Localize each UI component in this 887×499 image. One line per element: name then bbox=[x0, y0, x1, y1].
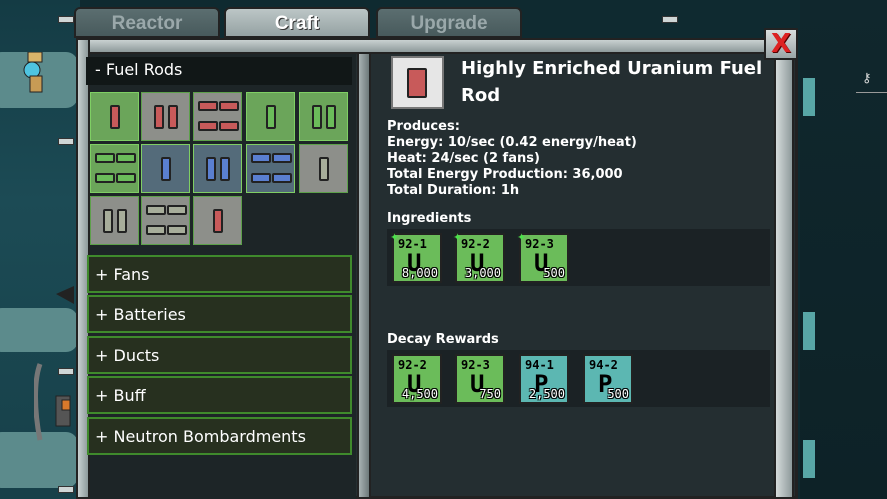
reward-plutonium-tile[interactable]: 94-1 P 2,500 bbox=[519, 354, 569, 404]
fuel-rod-icon bbox=[110, 105, 120, 129]
decay-rewards-title: Decay Rewards bbox=[387, 332, 499, 347]
category-buff[interactable]: + Buff bbox=[87, 376, 352, 414]
energy-stat: Energy: 10/sec (0.42 energy/heat) bbox=[387, 135, 637, 150]
produces-label: Produces: bbox=[387, 119, 460, 134]
item-icon bbox=[391, 56, 444, 109]
category-label: - Fuel Rods bbox=[95, 60, 183, 79]
fuel-rod-icon bbox=[251, 153, 271, 163]
category-label: + Neutron Bombardments bbox=[95, 427, 306, 446]
background-dash bbox=[58, 138, 74, 145]
element-amount: 500 bbox=[607, 387, 629, 401]
total-duration-stat: Total Duration: 1h bbox=[387, 183, 520, 198]
total-energy-stat: Total Energy Production: 36,000 bbox=[387, 167, 623, 182]
ingredient-uranium-tile[interactable]: ✦ 92-3 U 500 bbox=[517, 231, 569, 283]
fuel-rod-icon bbox=[219, 121, 239, 131]
fuel-rod-icon bbox=[116, 173, 136, 183]
ingredient-uranium-tile[interactable]: ✦ 92-1 U 8,000 bbox=[390, 231, 442, 283]
category-neutron-bombardments[interactable]: + Neutron Bombardments bbox=[87, 417, 352, 455]
element-amount: 8,000 bbox=[401, 266, 438, 280]
frame-rail-top bbox=[76, 38, 788, 54]
ingredients-row bbox=[387, 229, 770, 286]
fuel-rod-icon bbox=[103, 209, 113, 233]
fuel-rod-icon bbox=[167, 205, 187, 215]
fuel-rod-slot-selected[interactable] bbox=[193, 196, 242, 245]
category-batteries[interactable]: + Batteries bbox=[87, 295, 352, 333]
category-fuel-rods[interactable]: - Fuel Rods bbox=[86, 57, 352, 85]
fuel-rod-slot[interactable] bbox=[299, 144, 348, 193]
item-title: Highly Enriched Uranium Fuel Rod bbox=[461, 58, 763, 106]
fuel-rod-icon bbox=[326, 105, 336, 129]
fuel-rod-icon bbox=[272, 173, 292, 183]
key-icon: ⚷ bbox=[862, 71, 872, 86]
category-label: + Batteries bbox=[95, 305, 186, 324]
fuel-rod-slot[interactable] bbox=[193, 92, 242, 141]
background-rock bbox=[0, 308, 78, 352]
category-ducts[interactable]: + Ducts bbox=[87, 336, 352, 374]
fuel-rod-icon bbox=[116, 153, 136, 163]
reward-uranium-tile[interactable]: 92-2 U 4,500 bbox=[392, 354, 442, 404]
element-amount: 750 bbox=[479, 387, 501, 401]
category-label: + Ducts bbox=[95, 346, 160, 365]
ingredient-uranium-tile[interactable]: ✦ 92-2 U 3,000 bbox=[453, 231, 505, 283]
fuel-rod-slot[interactable] bbox=[141, 92, 190, 141]
background-strip bbox=[803, 440, 815, 478]
fuel-rod-icon bbox=[219, 101, 239, 111]
fuel-rod-slot[interactable] bbox=[246, 144, 295, 193]
category-label: + Fans bbox=[95, 265, 150, 284]
fuel-rod-icon bbox=[167, 225, 187, 235]
fuel-rod-icon bbox=[251, 173, 271, 183]
fuel-rod-icon bbox=[95, 153, 115, 163]
fuel-rod-slot[interactable] bbox=[193, 144, 242, 193]
fuel-rod-icon bbox=[272, 153, 292, 163]
frame-scrollbar[interactable] bbox=[774, 50, 794, 499]
element-amount: 4,500 bbox=[401, 387, 438, 401]
fuel-rod-icon bbox=[319, 157, 329, 181]
fuel-rod-icon bbox=[220, 157, 230, 181]
fuel-rod-slot[interactable] bbox=[299, 92, 348, 141]
background-strip bbox=[803, 312, 815, 350]
tab-reactor[interactable]: Reactor bbox=[74, 7, 220, 38]
fuel-rod-slot[interactable] bbox=[246, 92, 295, 141]
element-amount: 2,500 bbox=[528, 387, 565, 401]
fuel-rod-slot[interactable] bbox=[90, 92, 139, 141]
fuel-rod-icon bbox=[206, 157, 216, 181]
fuel-rod-icon bbox=[168, 105, 178, 129]
fuel-rod-slot[interactable] bbox=[141, 196, 190, 245]
fuel-rod-icon bbox=[154, 105, 164, 129]
background-dash bbox=[58, 16, 74, 23]
tab-craft[interactable]: Craft bbox=[224, 7, 370, 38]
fuel-rod-slot[interactable] bbox=[90, 144, 139, 193]
fuel-rod-slot[interactable] bbox=[141, 144, 190, 193]
background-dash bbox=[58, 486, 74, 493]
fuel-rod-icon bbox=[117, 209, 127, 233]
fuel-rod-icon bbox=[146, 225, 166, 235]
fuel-rod-icon bbox=[213, 209, 223, 233]
fuel-rod-icon bbox=[312, 105, 322, 129]
fuel-rod-icon bbox=[407, 68, 427, 98]
worker-character-icon bbox=[23, 52, 43, 93]
element-amount: 3,000 bbox=[464, 266, 501, 280]
fuel-rod-icon bbox=[266, 105, 276, 129]
frame-divider bbox=[357, 52, 371, 499]
fuel-rod-icon bbox=[198, 101, 218, 111]
category-fans[interactable]: + Fans bbox=[87, 255, 352, 293]
drill-icon bbox=[56, 286, 74, 304]
fuel-rod-slot[interactable] bbox=[90, 196, 139, 245]
background-strip bbox=[803, 78, 815, 116]
ingredients-title: Ingredients bbox=[387, 211, 472, 226]
fuel-rod-icon bbox=[161, 157, 171, 181]
background-line bbox=[856, 92, 887, 93]
reward-plutonium-tile[interactable]: 94-2 P 500 bbox=[583, 354, 633, 404]
heat-stat: Heat: 24/sec (2 fans) bbox=[387, 151, 540, 166]
category-label: + Buff bbox=[95, 386, 146, 405]
element-amount: 500 bbox=[543, 266, 565, 280]
fuel-rod-icon bbox=[95, 173, 115, 183]
fuel-rod-icon bbox=[146, 205, 166, 215]
background-dash bbox=[662, 16, 678, 23]
reward-uranium-tile[interactable]: 92-3 U 750 bbox=[455, 354, 505, 404]
fuel-rod-icon bbox=[198, 121, 218, 131]
decay-rewards-row bbox=[387, 350, 770, 407]
robot-character-icon bbox=[34, 363, 71, 441]
tab-upgrade[interactable]: Upgrade bbox=[376, 7, 522, 38]
